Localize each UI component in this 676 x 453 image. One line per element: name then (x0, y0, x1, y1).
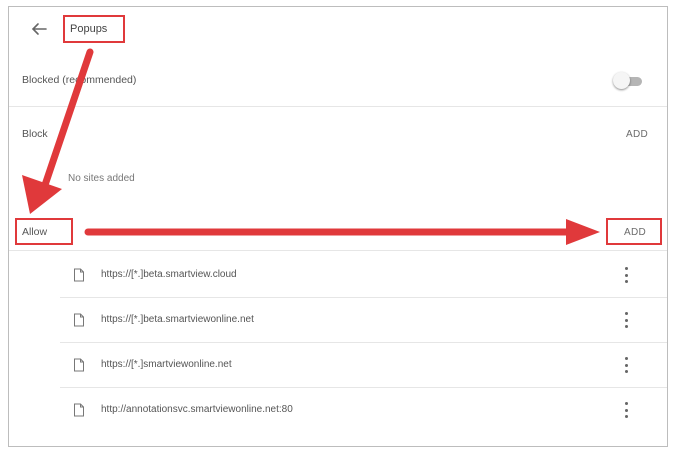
annotation-arrowhead-down (22, 175, 62, 214)
annotation-arrow-down (41, 48, 94, 189)
annotation-arrows (22, 48, 600, 245)
annotation-arrowhead-right (566, 219, 600, 245)
